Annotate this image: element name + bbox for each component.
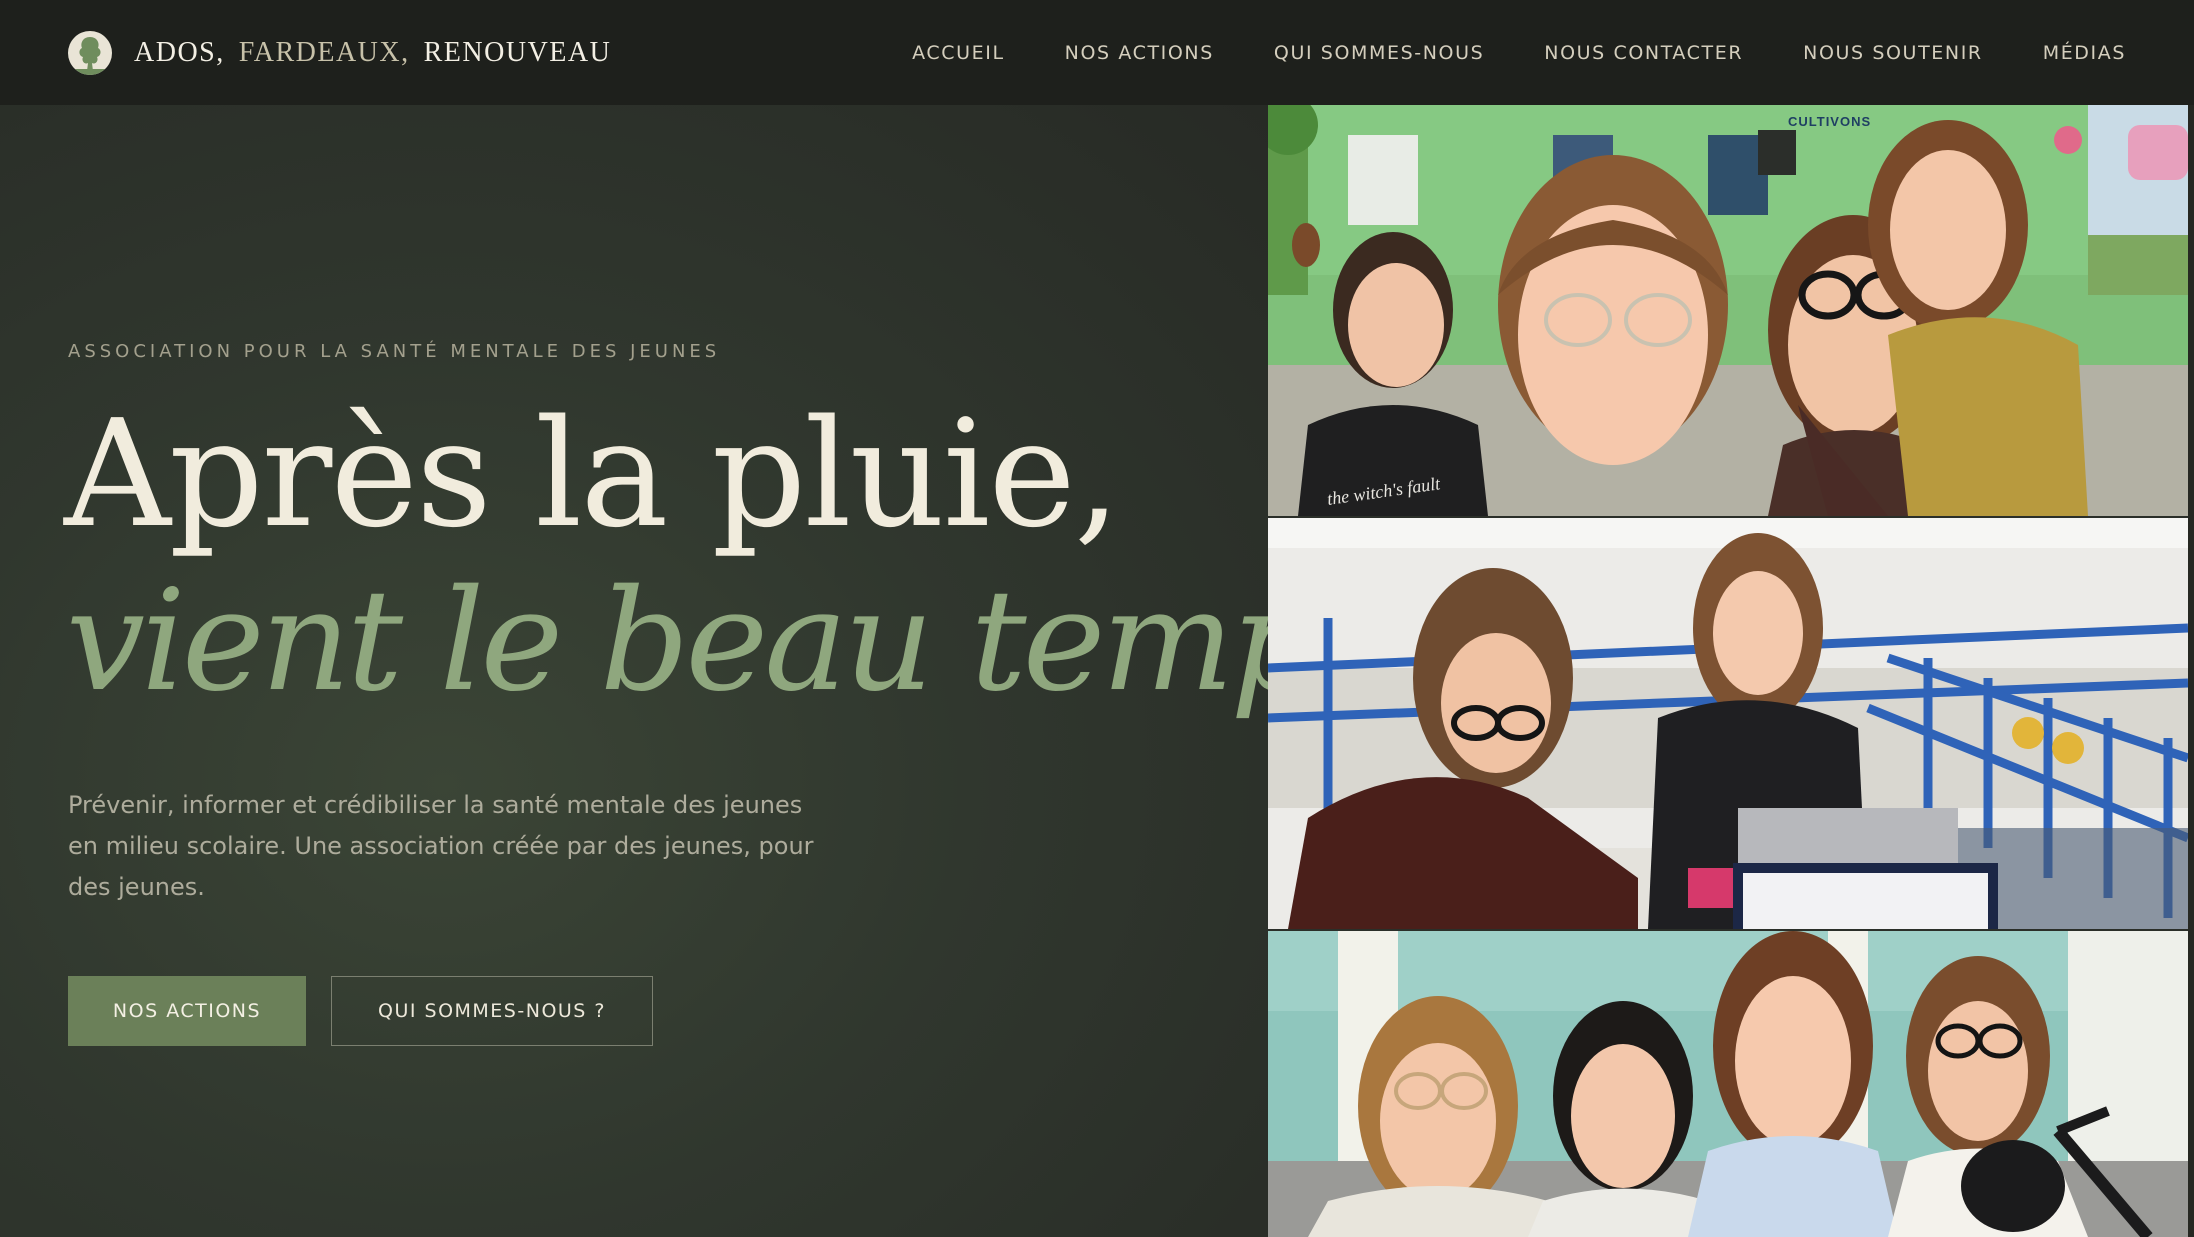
photo-podcast-group xyxy=(1268,931,2188,1237)
brand-word-fardeaux: FARDEAUX, xyxy=(238,36,410,68)
nav-medias[interactable]: MÉDIAS xyxy=(2043,42,2126,64)
nos-actions-button[interactable]: NOS ACTIONS xyxy=(68,976,306,1046)
nav-nous-contacter[interactable]: NOUS CONTACTER xyxy=(1544,42,1743,64)
top-navbar: ADOS, FARDEAUX, RENOUVEAU ACCUEIL NOS AC… xyxy=(0,0,2194,105)
hero-lead-paragraph: Prévenir, informer et crédibiliser la sa… xyxy=(68,791,814,901)
brand-name: ADOS, FARDEAUX, RENOUVEAU xyxy=(134,37,611,69)
hero-section: ASSOCIATION POUR LA SANTÉ MENTALE DES JE… xyxy=(0,105,1428,1237)
brand-word-renouveau: RENOUVEAU xyxy=(423,36,612,68)
right-edge-scrollbar-gutter xyxy=(2188,105,2194,1237)
photo-group-selfie: CULTIVONS the witch's fault xyxy=(1268,105,2188,516)
qui-sommes-nous-button[interactable]: QUI SOMMES-NOUS ? xyxy=(331,976,653,1046)
brand-link[interactable]: ADOS, FARDEAUX, RENOUVEAU xyxy=(68,30,611,75)
mural-text: CULTIVONS xyxy=(1788,114,1871,129)
tree-logo-icon xyxy=(68,30,112,75)
photo-laptop-work xyxy=(1268,518,2188,929)
nav-accueil[interactable]: ACCUEIL xyxy=(912,42,1005,64)
brand-word-ados: ADOS, xyxy=(134,36,225,68)
nav-qui-sommes-nous[interactable]: QUI SOMMES-NOUS xyxy=(1274,42,1484,64)
photo-grid: CULTIVONS the witch's fault xyxy=(1268,105,2188,1237)
nav-nos-actions[interactable]: NOS ACTIONS xyxy=(1065,42,1214,64)
main-nav: ACCUEIL NOS ACTIONS QUI SOMMES-NOUS NOUS… xyxy=(912,42,2126,64)
hero-headline-line1: Après la pluie, xyxy=(64,388,1121,560)
nav-nous-soutenir[interactable]: NOUS SOUTENIR xyxy=(1803,42,1983,64)
hero-eyebrow: ASSOCIATION POUR LA SANTÉ MENTALE DES JE… xyxy=(68,341,721,362)
hero-headline-line2: vient le beau temps. xyxy=(66,560,1428,723)
